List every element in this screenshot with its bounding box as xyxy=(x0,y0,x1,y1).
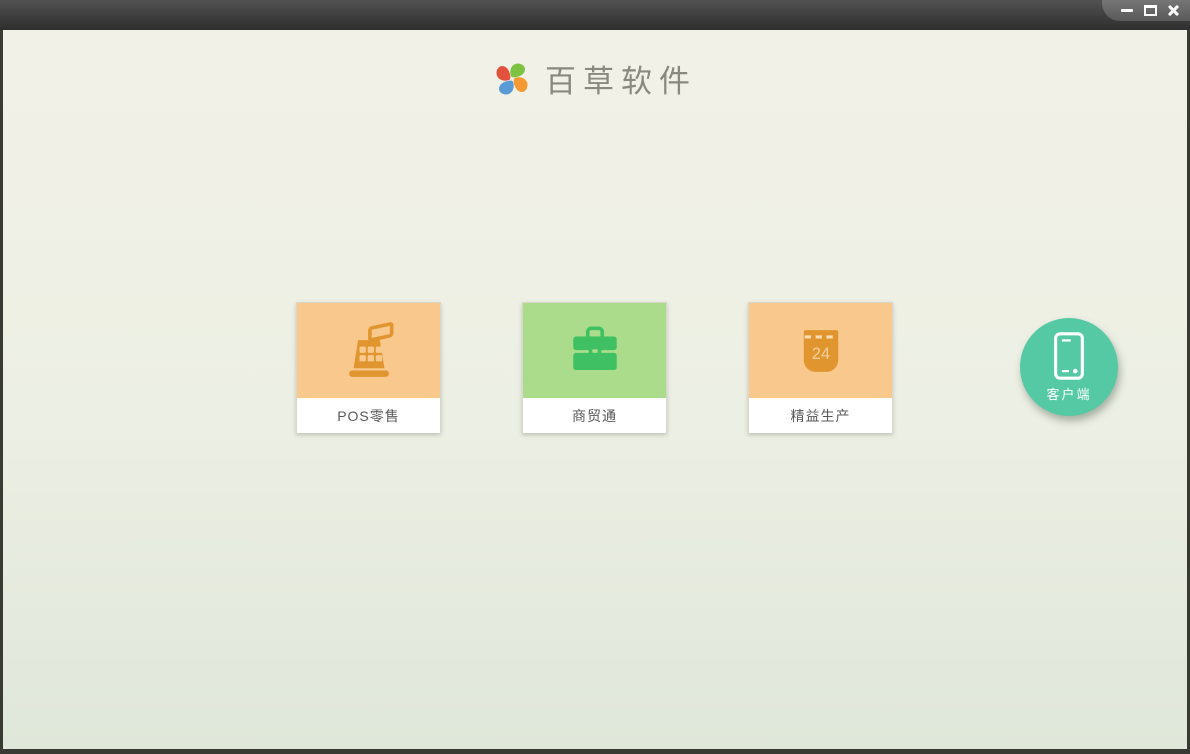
content-area: 百草软件 POS零售 商贸通 24 精益生产 客户端 xyxy=(3,30,1187,749)
page-title: 百草软件 xyxy=(545,64,697,100)
product-label-pos: POS零售 xyxy=(297,398,440,433)
product-card-lean[interactable]: 24 精益生产 xyxy=(748,302,893,433)
maximize-icon xyxy=(1143,5,1157,16)
window-controls xyxy=(1102,0,1190,21)
brand-header: 百草软件 xyxy=(3,30,1187,101)
client-button[interactable]: 客户端 xyxy=(1020,318,1118,416)
product-tile-pos xyxy=(297,303,440,398)
client-button-label: 客户端 xyxy=(1046,387,1092,402)
product-tile-trade xyxy=(523,303,666,398)
product-label-lean: 精益生产 xyxy=(749,398,892,433)
product-tile-lean: 24 xyxy=(749,303,892,398)
briefcase-icon xyxy=(572,326,617,370)
cash-register-icon xyxy=(348,321,393,377)
product-card-trade[interactable]: 商贸通 xyxy=(522,302,667,433)
minimize-icon xyxy=(1121,9,1133,12)
product-card-pos[interactable]: POS零售 xyxy=(296,302,441,433)
pinwheel-logo-icon xyxy=(496,62,528,95)
close-button[interactable] xyxy=(1165,3,1181,19)
product-label-trade: 商贸通 xyxy=(523,398,666,433)
close-icon xyxy=(1167,4,1180,17)
titlebar xyxy=(0,0,1190,30)
maximize-button[interactable] xyxy=(1142,3,1158,19)
smartphone-icon xyxy=(1054,332,1084,380)
calendar-icon: 24 xyxy=(803,329,838,372)
calendar-day-number: 24 xyxy=(811,345,829,363)
app-window: 百草软件 POS零售 商贸通 24 精益生产 客户端 xyxy=(0,0,1190,754)
minimize-button[interactable] xyxy=(1119,3,1135,19)
